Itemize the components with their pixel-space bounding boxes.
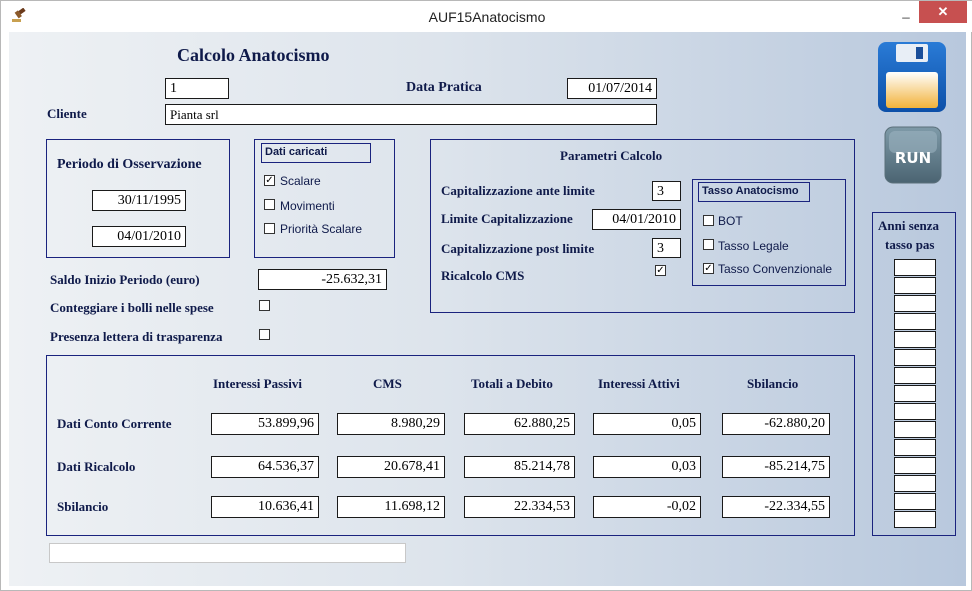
data-pratica-label: Data Pratica <box>406 80 482 95</box>
main-form: Calcolo Anatocismo 1 Data Pratica 01/07/… <box>9 32 966 586</box>
bot-checkbox[interactable] <box>703 215 714 226</box>
ric-interessi-attivi[interactable]: 0,03 <box>593 456 701 478</box>
run-button[interactable]: RUN <box>881 125 945 187</box>
cap-post-field[interactable]: 3 <box>652 238 681 258</box>
anni-senza-tasso-field[interactable] <box>894 385 936 402</box>
tasso-label: Tasso Anatocismo <box>698 182 810 202</box>
periodo-start-field[interactable]: 30/11/1995 <box>92 190 186 211</box>
anni-senza-tasso-field[interactable] <box>894 313 936 330</box>
cc-interessi-attivi[interactable]: 0,05 <box>593 413 701 435</box>
limite-cap-field[interactable]: 04/01/2010 <box>592 209 681 230</box>
row-label-conto-corrente: Dati Conto Corrente <box>57 416 172 431</box>
sb-interessi-attivi[interactable]: -0,02 <box>593 496 701 518</box>
anni-senza-tasso-field[interactable] <box>894 367 936 384</box>
title-bar: AUF15Anatocismo _ ✕ <box>1 1 972 32</box>
parametri-label: Parametri Calcolo <box>560 148 663 163</box>
run-label: RUN <box>895 149 931 167</box>
cap-post-label: Capitalizzazione post limite <box>441 241 595 256</box>
anni-senza-tasso-field[interactable] <box>894 295 936 312</box>
saldo-label: Saldo Inizio Periodo (euro) <box>50 272 200 287</box>
ricalcolo-cms-checkbox[interactable]: ✓ <box>655 265 666 276</box>
anni-label-line2: tasso pas <box>885 237 935 252</box>
cap-ante-field[interactable]: 3 <box>652 181 681 201</box>
anni-senza-tasso-field[interactable] <box>894 493 936 510</box>
anni-senza-tasso-field[interactable] <box>894 475 936 492</box>
data-pratica-field[interactable]: 01/07/2014 <box>567 78 657 99</box>
priorita-scalare-checkbox[interactable] <box>264 223 275 234</box>
col-sbilancio: Sbilancio <box>747 376 799 391</box>
close-button[interactable]: ✕ <box>919 1 967 23</box>
movimenti-checkbox[interactable] <box>264 199 275 210</box>
minimize-button[interactable]: _ <box>891 1 921 23</box>
anni-senza-tasso-field[interactable] <box>894 439 936 456</box>
limite-cap-label: Limite Capitalizzazione <box>441 211 573 226</box>
lettera-checkbox[interactable] <box>259 329 270 340</box>
sb-totali-debito[interactable]: 22.334,53 <box>464 496 575 518</box>
status-field <box>49 543 406 563</box>
col-interessi-passivi: Interessi Passivi <box>213 376 302 391</box>
scalare-checkbox[interactable]: ✓ <box>264 175 275 186</box>
anni-label-line1: Anni senza <box>878 218 940 233</box>
row-label-ricalcolo: Dati Ricalcolo <box>57 459 136 474</box>
cap-ante-label: Capitalizzazione ante limite <box>441 183 595 198</box>
priorita-scalare-label: Priorità Scalare <box>280 222 363 236</box>
ric-interessi-passivi[interactable]: 64.536,37 <box>211 456 319 478</box>
row-label-sbilancio: Sbilancio <box>57 499 109 514</box>
col-cms: CMS <box>373 376 402 391</box>
practice-id-field[interactable]: 1 <box>165 78 229 99</box>
bolli-label: Conteggiare i bolli nelle spese <box>50 300 214 315</box>
anni-senza-tasso-field[interactable] <box>894 259 936 276</box>
periodo-label: Periodo di Osservazione <box>57 157 202 172</box>
ric-cms[interactable]: 20.678,41 <box>337 456 445 478</box>
anni-senza-tasso-field[interactable] <box>894 457 936 474</box>
save-floppy-icon[interactable] <box>876 40 948 114</box>
anni-senza-tasso-field[interactable] <box>894 403 936 420</box>
saldo-field[interactable]: -25.632,31 <box>258 269 387 290</box>
dati-caricati-label: Dati caricati <box>261 143 371 163</box>
anni-senza-tasso-field[interactable] <box>894 421 936 438</box>
anni-senza-tasso-field[interactable] <box>894 277 936 294</box>
window-title: AUF15Anatocismo <box>428 9 546 25</box>
cc-interessi-passivi[interactable]: 53.899,96 <box>211 413 319 435</box>
cc-cms[interactable]: 8.980,29 <box>337 413 445 435</box>
col-totali-debito: Totali a Debito <box>471 376 553 391</box>
periodo-end-field[interactable]: 04/01/2010 <box>92 226 186 247</box>
ric-sbilancio[interactable]: -85.214,75 <box>722 456 830 478</box>
tasso-legale-label: Tasso Legale <box>718 239 789 253</box>
anni-senza-tasso-field[interactable] <box>894 511 936 528</box>
sb-interessi-passivi[interactable]: 10.636,41 <box>211 496 319 518</box>
tasso-convenzionale-checkbox[interactable]: ✓ <box>703 263 714 274</box>
bolli-checkbox[interactable] <box>259 300 270 311</box>
scalare-label: Scalare <box>280 174 321 188</box>
anni-senza-tasso-field[interactable] <box>894 349 936 366</box>
sb-sbilancio[interactable]: -22.334,55 <box>722 496 830 518</box>
cliente-field[interactable]: Pianta srl <box>165 104 657 125</box>
cc-totali-debito[interactable]: 62.880,25 <box>464 413 575 435</box>
cliente-label: Cliente <box>47 106 87 121</box>
app-window: AUF15Anatocismo _ ✕ Calcolo Anatocismo 1… <box>0 0 972 591</box>
ricalcolo-cms-label: Ricalcolo CMS <box>441 268 525 283</box>
lettera-label: Presenza lettera di trasparenza <box>50 329 223 344</box>
sb-cms[interactable]: 11.698,12 <box>337 496 445 518</box>
anni-senza-tasso-field[interactable] <box>894 331 936 348</box>
tasso-convenzionale-label: Tasso Convenzionale <box>718 262 833 276</box>
minimize-button-alt <box>865 1 895 23</box>
page-title: Calcolo Anatocismo <box>177 45 330 65</box>
tasso-legale-checkbox[interactable] <box>703 239 714 250</box>
cc-sbilancio[interactable]: -62.880,20 <box>722 413 830 435</box>
movimenti-label: Movimenti <box>280 199 335 213</box>
bot-label: BOT <box>718 214 743 228</box>
ric-totali-debito[interactable]: 85.214,78 <box>464 456 575 478</box>
col-interessi-attivi: Interessi Attivi <box>598 376 680 391</box>
